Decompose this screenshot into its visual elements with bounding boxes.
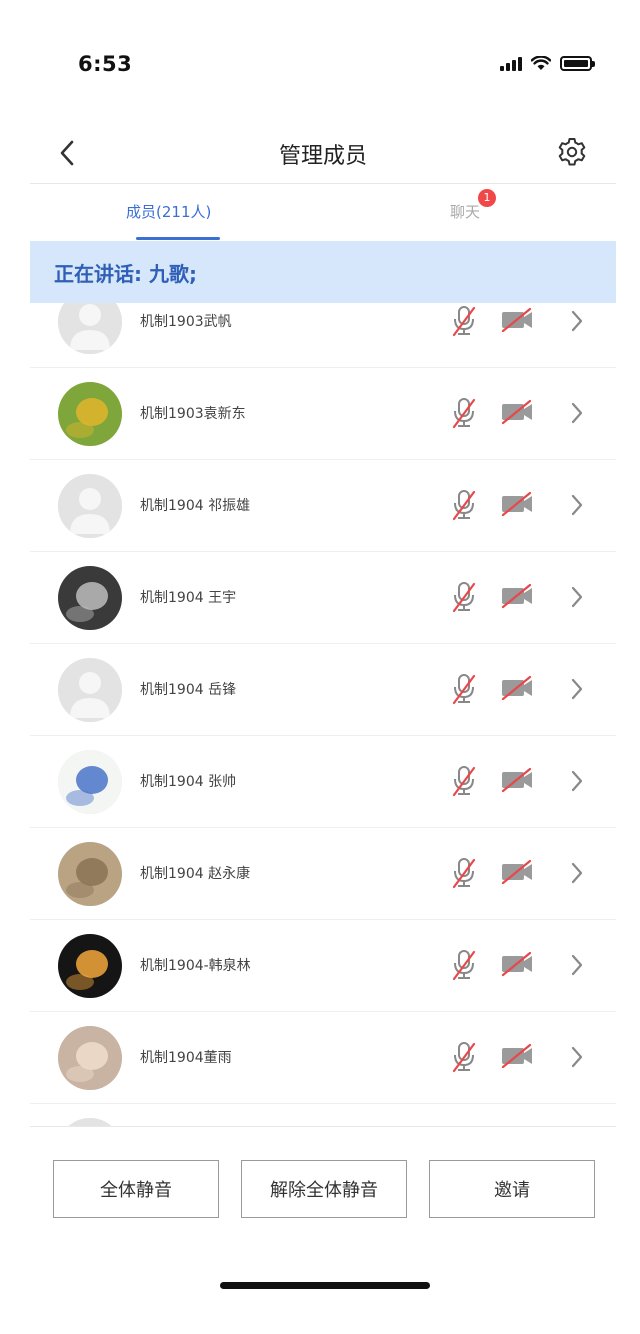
member-name: 机制1904 祁振雄 — [140, 498, 251, 514]
mic-muted-icon[interactable] — [450, 396, 478, 430]
camera-off-icon[interactable] — [500, 950, 534, 978]
mic-muted-icon[interactable] — [450, 304, 478, 338]
avatar — [58, 750, 122, 814]
default-avatar-icon — [58, 474, 122, 538]
mic-muted-icon[interactable] — [450, 580, 478, 614]
page-title: 管理成员 — [278, 144, 367, 169]
member-row[interactable] — [30, 1104, 616, 1126]
battery-icon — [560, 56, 595, 71]
default-avatar-icon — [58, 1118, 122, 1126]
mic-muted-icon[interactable] — [450, 948, 478, 982]
member-name: 机制1904 岳锋 — [140, 682, 237, 698]
tab-chat[interactable]: 聊天 — [450, 201, 480, 222]
camera-off-icon[interactable] — [500, 582, 534, 610]
avatar — [58, 842, 122, 906]
member-name: 机制1904 王宇 — [140, 590, 237, 606]
member-name: 机制1904 赵永康 — [140, 866, 251, 882]
camera-off-icon[interactable] — [500, 1042, 534, 1070]
mic-muted-icon[interactable] — [450, 764, 478, 798]
member-list: 机制1903武帆 机制1903袁新东 机制1904 祁振雄 机制1904 王宇 机制19… — [30, 276, 616, 1126]
mic-muted-icon[interactable] — [450, 1040, 478, 1074]
bottom-divider — [30, 1126, 616, 1127]
mic-muted-icon[interactable] — [450, 488, 478, 522]
member-row[interactable]: 机制1904 张帅 — [30, 736, 616, 828]
invite-button[interactable]: 邀请 — [429, 1160, 595, 1218]
status-bar: 6:53 — [0, 0, 640, 130]
member-name: 机制1903武帆 — [140, 314, 232, 330]
speaking-text: 正在讲话: 九歌; — [54, 261, 197, 286]
avatar — [58, 382, 122, 446]
chevron-right-icon[interactable] — [568, 1044, 586, 1070]
avatar — [58, 1026, 122, 1090]
mute-all-button[interactable]: 全体静音 — [53, 1160, 219, 1218]
camera-off-icon[interactable] — [500, 490, 534, 518]
mic-muted-icon[interactable] — [450, 856, 478, 890]
unmute-all-button[interactable]: 解除全体静音 — [241, 1160, 407, 1218]
home-indicator — [220, 1282, 430, 1289]
member-row[interactable]: 机制1904 王宇 — [30, 552, 616, 644]
avatar — [58, 566, 122, 630]
chat-unread-badge: 1 — [478, 189, 496, 207]
default-avatar-icon — [58, 658, 122, 722]
member-name: 机制1904 张帅 — [140, 774, 237, 790]
member-row[interactable]: 机制1904 岳锋 — [30, 644, 616, 736]
camera-off-icon[interactable] — [500, 674, 534, 702]
tab-active-indicator — [136, 237, 220, 240]
tab-members[interactable]: 成员(211人) — [126, 201, 211, 222]
camera-off-icon[interactable] — [500, 858, 534, 886]
member-row[interactable]: 机制1904-韩泉林 — [30, 920, 616, 1012]
member-name: 机制1904董雨 — [140, 1050, 232, 1066]
member-row[interactable]: 机制1904董雨 — [30, 1012, 616, 1104]
chevron-right-icon[interactable] — [568, 492, 586, 518]
cellular-signal-icon — [500, 56, 522, 71]
camera-off-icon[interactable] — [500, 766, 534, 794]
mic-muted-icon[interactable] — [450, 672, 478, 706]
chevron-right-icon[interactable] — [568, 400, 586, 426]
navigation-bar: 管理成员 — [30, 120, 616, 184]
chevron-right-icon[interactable] — [568, 952, 586, 978]
tab-bar: 成员(211人) 聊天 1 — [30, 185, 616, 241]
chevron-right-icon[interactable] — [568, 768, 586, 794]
status-icons — [500, 56, 595, 71]
settings-button[interactable] — [554, 134, 590, 170]
avatar — [58, 934, 122, 998]
camera-off-icon[interactable] — [500, 306, 534, 334]
chevron-right-icon[interactable] — [568, 676, 586, 702]
member-row[interactable]: 机制1904 祁振雄 — [30, 460, 616, 552]
gear-icon — [558, 138, 586, 166]
speaking-banner: 正在讲话: 九歌; — [30, 241, 616, 303]
chevron-right-icon[interactable] — [568, 860, 586, 886]
member-name: 机制1904-韩泉林 — [140, 958, 251, 974]
member-row[interactable]: 机制1903袁新东 — [30, 368, 616, 460]
chevron-right-icon[interactable] — [568, 584, 586, 610]
camera-off-icon[interactable] — [500, 398, 534, 426]
member-row[interactable]: 机制1904 赵永康 — [30, 828, 616, 920]
wifi-icon — [531, 56, 551, 70]
status-time: 6:53 — [78, 52, 133, 76]
member-name: 机制1903袁新东 — [140, 406, 246, 422]
chevron-right-icon[interactable] — [568, 308, 586, 334]
